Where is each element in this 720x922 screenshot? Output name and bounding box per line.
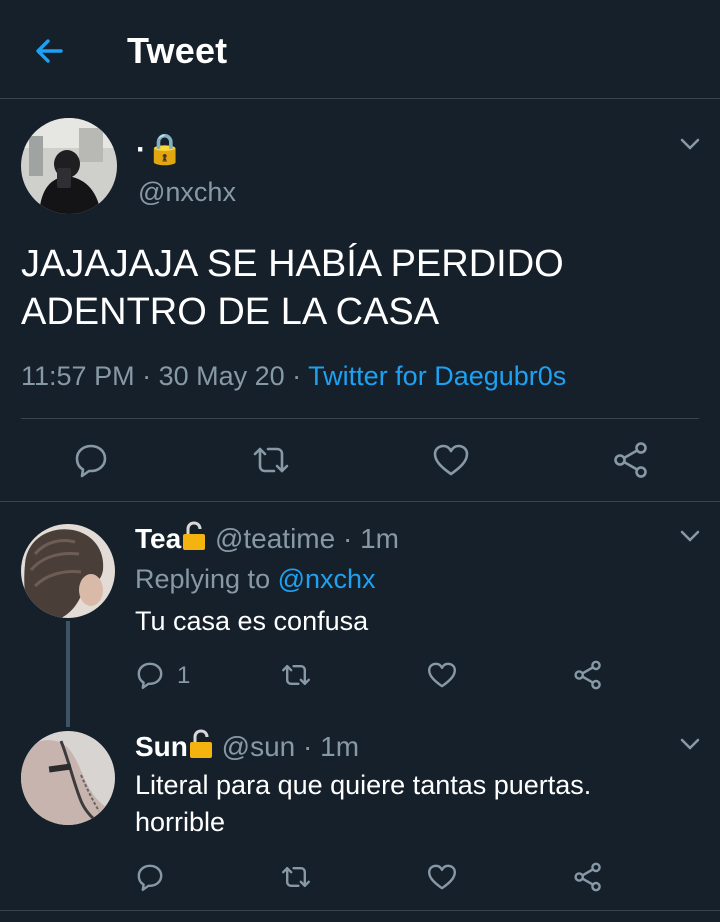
retweet-icon[interactable] [280, 861, 312, 893]
chevron-down-icon[interactable] [676, 522, 704, 550]
like-heart-icon[interactable] [426, 861, 458, 893]
retweet-icon[interactable] [251, 440, 291, 480]
tweet-source-link[interactable]: Twitter for Daegubr0s [308, 361, 566, 391]
divider [0, 501, 720, 502]
reply-icon[interactable] [134, 659, 166, 691]
reply-icon[interactable] [71, 440, 111, 480]
avatar-teatime[interactable] [21, 524, 115, 618]
reply-text: Tu casa es confusa [135, 606, 369, 636]
lock-icon [181, 521, 207, 551]
reply-handle[interactable]: @teatime [215, 523, 335, 554]
meta-separator: · [134, 361, 159, 391]
reply-count: 1 [177, 662, 191, 689]
tweet-time: 11:57 PM [21, 361, 135, 391]
replying-to-handle[interactable]: @nxchx [278, 564, 376, 594]
tweet-date: 30 May 20 [158, 361, 285, 391]
reply-handle[interactable]: @sun [222, 731, 296, 762]
meta-separator: · [284, 361, 309, 391]
reply-display-name[interactable]: Tea [135, 523, 181, 554]
like-heart-icon[interactable] [431, 440, 471, 480]
avatar-sun[interactable] [21, 731, 115, 825]
like-heart-icon[interactable] [426, 659, 458, 691]
lock-icon [188, 729, 214, 759]
reply-header: Sun @sun · 1m [135, 729, 359, 763]
tweet-meta: 11:57 PM · 30 May 20 · Twitter for Daegu… [21, 361, 566, 392]
tweet-text: JAJAJAJA SE HABÍA PERDIDO ADENTRO DE LA … [21, 243, 564, 333]
reply-header: Tea @teatime · 1m [135, 521, 399, 555]
divider [21, 418, 699, 419]
back-arrow-icon[interactable] [31, 33, 67, 69]
share-icon[interactable] [572, 659, 604, 691]
divider [0, 910, 720, 911]
share-icon[interactable] [572, 861, 604, 893]
reply-text: Literal para que quiere tantas puertas. … [135, 770, 592, 837]
page-title: Tweet [127, 30, 228, 71]
retweet-icon[interactable] [280, 659, 312, 691]
reply-time: · 1m [342, 523, 399, 554]
avatar-nxchx[interactable] [21, 118, 117, 214]
thread-connector [66, 621, 70, 727]
replying-prefix: Replying to [135, 564, 271, 594]
chevron-down-icon[interactable] [676, 730, 704, 758]
top-bar: Tweet [0, 0, 720, 99]
share-icon[interactable] [611, 440, 651, 480]
replying-to-line: Replying to @nxchx [135, 564, 376, 595]
reply-icon[interactable] [134, 861, 166, 893]
author-handle[interactable]: @nxchx [138, 177, 236, 208]
author-display-name[interactable]: ·🔒 [136, 132, 183, 167]
reply-display-name[interactable]: Sun [135, 731, 188, 762]
reply-time: · 1m [303, 731, 360, 762]
chevron-down-icon[interactable] [676, 130, 704, 158]
